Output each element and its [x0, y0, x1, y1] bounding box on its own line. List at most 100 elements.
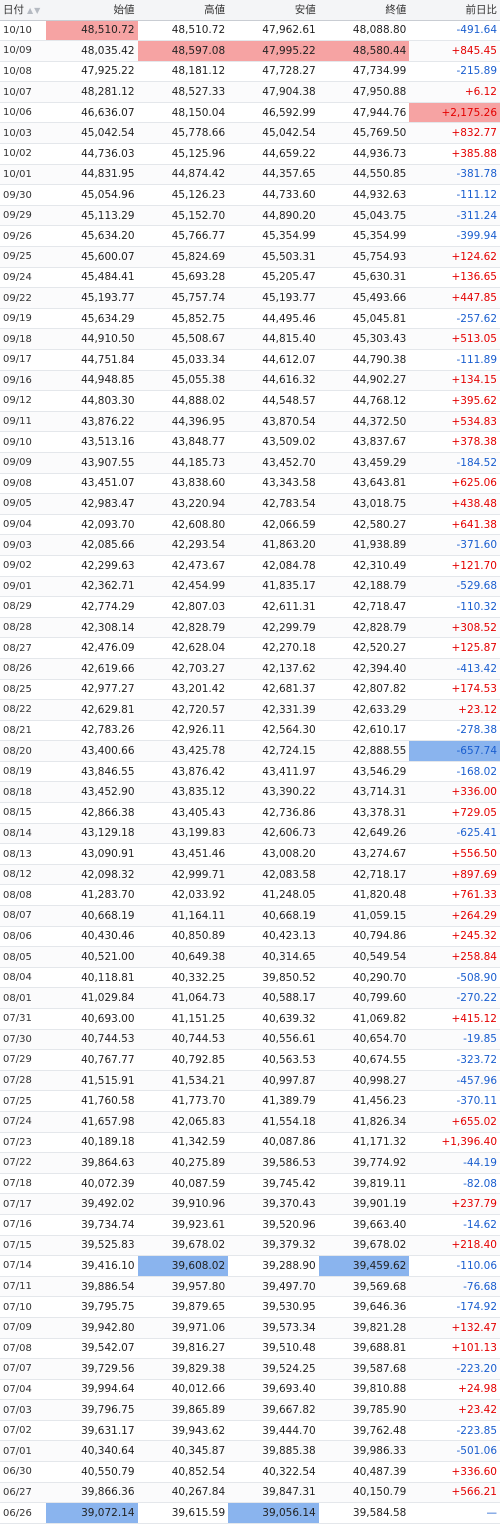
- cell-change: +1,396.40: [409, 1132, 500, 1154]
- cell-open: 39,631.17: [45, 1420, 138, 1442]
- cell-high: 39,608.02: [137, 1255, 229, 1277]
- cell-low: 42,564.30: [228, 720, 319, 742]
- cell-open: 40,118.81: [45, 967, 138, 989]
- table-row: 09/11 43,876.22 44,396.95 43,870.54 44,372.5…: [0, 411, 500, 433]
- cell-close: 42,310.49: [318, 555, 410, 577]
- cell-high: 39,678.02: [137, 1235, 229, 1257]
- cell-change: -529.68: [409, 576, 500, 598]
- cell-close: 42,888.55: [318, 740, 410, 762]
- cell-close: 43,274.67: [318, 843, 410, 865]
- cell-low: 42,083.58: [228, 864, 319, 886]
- cell-low: 39,370.43: [228, 1193, 319, 1215]
- cell-low: 40,668.19: [228, 905, 319, 927]
- cell-open: 41,657.98: [45, 1111, 138, 1133]
- cell-close: 40,674.55: [318, 1049, 410, 1071]
- cell-change: +385.88: [409, 143, 500, 165]
- cell-close: 42,580.27: [318, 514, 410, 536]
- cell-change: -110.06: [409, 1255, 500, 1277]
- cell-date: 07/23: [0, 1132, 46, 1154]
- cell-date: 09/19: [0, 308, 46, 330]
- cell-high: 39,971.06: [137, 1317, 229, 1339]
- cell-change: +136.65: [409, 267, 500, 289]
- cell-open: 45,113.29: [45, 205, 138, 227]
- cell-low: 44,548.57: [228, 390, 319, 412]
- cell-high: 44,396.95: [137, 411, 229, 433]
- cell-low: 39,667.82: [228, 1399, 319, 1421]
- table-row: 07/29 40,767.77 40,792.85 40,563.53 40,674.5…: [0, 1049, 500, 1071]
- cell-close: 43,546.29: [318, 761, 410, 783]
- table-row: 09/30 45,054.96 45,126.23 44,733.60 44,932.6…: [0, 184, 500, 206]
- cell-open: 43,129.18: [45, 823, 138, 845]
- cell-date: 09/03: [0, 534, 46, 556]
- column-header-low[interactable]: 安値: [228, 0, 319, 21]
- cell-close: 39,901.19: [318, 1193, 410, 1215]
- cell-open: 45,600.07: [45, 246, 138, 268]
- cell-close: 41,826.34: [318, 1111, 410, 1133]
- cell-low: 39,693.40: [228, 1379, 319, 1401]
- cell-close: 40,290.70: [318, 967, 410, 989]
- column-header-change[interactable]: 前日比: [409, 0, 500, 21]
- cell-change: +336.00: [409, 781, 500, 804]
- sort-arrows-icon[interactable]: ▲▼: [27, 6, 41, 15]
- cell-open: 43,907.55: [45, 452, 138, 474]
- cell-open: 40,693.00: [45, 1008, 138, 1030]
- cell-high: 42,828.79: [137, 617, 229, 639]
- cell-high: 42,999.71: [137, 864, 229, 886]
- cell-high: 43,451.46: [137, 843, 229, 865]
- cell-high: 42,703.27: [137, 658, 229, 680]
- cell-date: 07/24: [0, 1111, 46, 1133]
- cell-close: 45,493.66: [318, 287, 410, 309]
- cell-date: 07/08: [0, 1338, 46, 1360]
- cell-high: 39,829.38: [137, 1358, 229, 1380]
- table-row: 07/02 39,631.17 39,943.62 39,444.70 39,762.4…: [0, 1420, 500, 1442]
- cell-close: 42,394.40: [318, 658, 410, 680]
- cell-close: 47,944.76: [318, 102, 410, 124]
- cell-low: 39,510.48: [228, 1338, 319, 1360]
- cell-low: 39,847.31: [228, 1482, 319, 1504]
- column-header-open[interactable]: 始値: [45, 0, 138, 21]
- column-header-date[interactable]: 日付 ▲▼: [0, 0, 46, 21]
- cell-close: 44,790.38: [318, 349, 410, 371]
- cell-high: 43,876.42: [137, 761, 229, 783]
- table-row: 08/25 42,977.27 43,201.42 42,681.37 42,807.8…: [0, 679, 500, 701]
- table-row: 09/09 43,907.55 44,185.73 43,452.70 43,459.2…: [0, 452, 500, 474]
- cell-change: +438.48: [409, 493, 500, 515]
- cell-open: 44,751.84: [45, 349, 138, 371]
- cell-high: 39,816.27: [137, 1338, 229, 1360]
- table-row: 08/07 40,668.19 41,164.11 40,668.19 41,059.1…: [0, 905, 500, 927]
- cell-open: 42,085.66: [45, 534, 138, 556]
- cell-change: +534.83: [409, 411, 500, 433]
- cell-low: 44,357.65: [228, 164, 319, 186]
- cell-change: +625.06: [409, 473, 500, 495]
- cell-low: 42,606.73: [228, 823, 319, 845]
- cell-date: 09/02: [0, 555, 46, 577]
- table-row: 07/16 39,734.74 39,923.61 39,520.96 39,663.4…: [0, 1214, 500, 1236]
- cell-close: 45,045.81: [318, 308, 410, 330]
- table-row: 10/08 47,925.22 48,181.12 47,728.27 47,734.9…: [0, 61, 500, 83]
- table-row: 08/20 43,400.66 43,425.78 42,724.15 42,888.5…: [0, 740, 500, 762]
- cell-date: 07/28: [0, 1070, 46, 1092]
- column-header-close[interactable]: 終値: [318, 0, 410, 21]
- cell-open: 46,636.07: [45, 102, 138, 124]
- cell-high: 39,615.59: [137, 1502, 229, 1524]
- cell-close: 41,456.23: [318, 1090, 410, 1112]
- cell-high: 48,597.08: [137, 40, 229, 62]
- cell-close: 44,372.50: [318, 411, 410, 433]
- cell-low: 43,008.20: [228, 843, 319, 865]
- cell-close: 45,354.99: [318, 225, 410, 248]
- cell-high: 39,865.89: [137, 1399, 229, 1421]
- cell-high: 39,957.80: [137, 1276, 229, 1298]
- cell-high: 45,033.34: [137, 349, 229, 371]
- column-header-high[interactable]: 高値: [137, 0, 229, 21]
- cell-close: 40,654.70: [318, 1029, 410, 1051]
- cell-close: 42,807.82: [318, 679, 410, 701]
- cell-high: 48,527.33: [137, 81, 229, 103]
- cell-open: 42,098.32: [45, 864, 138, 886]
- cell-date: 08/06: [0, 926, 46, 948]
- cell-date: 09/08: [0, 473, 46, 495]
- cell-close: 40,799.60: [318, 987, 410, 1009]
- cell-change: +134.15: [409, 370, 500, 392]
- cell-high: 45,852.75: [137, 308, 229, 330]
- cell-close: 39,646.36: [318, 1296, 410, 1318]
- table-row: 09/29 45,113.29 45,152.70 44,890.20 45,043.7…: [0, 205, 500, 227]
